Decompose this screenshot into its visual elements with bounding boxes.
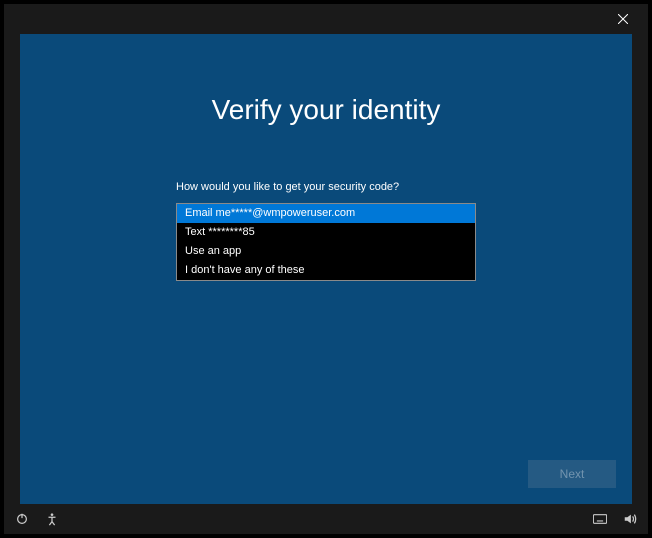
taskbar	[4, 504, 648, 534]
power-icon[interactable]	[14, 511, 30, 527]
form-block: How would you like to get your security …	[176, 181, 476, 281]
option-app[interactable]: Use an app	[177, 242, 475, 261]
close-button[interactable]	[608, 4, 638, 34]
next-button[interactable]: Next	[528, 460, 616, 488]
option-none[interactable]: I don't have any of these	[177, 261, 475, 280]
ease-of-access-icon[interactable]	[44, 511, 60, 527]
oobe-window: Verify your identity How would you like …	[4, 4, 648, 534]
option-email[interactable]: Email me*****@wmpoweruser.com	[177, 204, 475, 223]
keyboard-icon[interactable]	[592, 511, 608, 527]
volume-icon[interactable]	[622, 511, 638, 527]
page-title: Verify your identity	[212, 94, 441, 126]
taskbar-left	[14, 511, 60, 527]
verification-method-dropdown[interactable]: Email me*****@wmpoweruser.com Text *****…	[176, 203, 476, 281]
content-area: Verify your identity How would you like …	[20, 34, 632, 504]
prompt-text: How would you like to get your security …	[176, 181, 476, 193]
option-text[interactable]: Text ********85	[177, 223, 475, 242]
titlebar	[4, 4, 648, 34]
taskbar-right	[592, 511, 638, 527]
close-icon	[618, 14, 628, 24]
